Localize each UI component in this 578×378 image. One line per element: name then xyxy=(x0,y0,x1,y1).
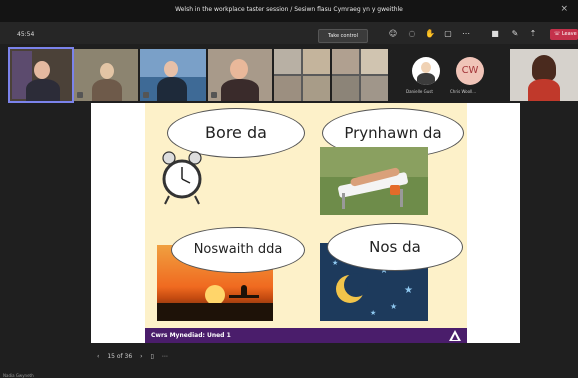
speech-bubble: Noswaith dda xyxy=(171,227,305,273)
person-body xyxy=(221,79,259,101)
video-tile[interactable] xyxy=(140,49,206,101)
leave-label: Leave xyxy=(561,31,577,37)
person-body xyxy=(92,79,122,101)
alarm-clock-icon xyxy=(162,151,202,205)
svg-text:★: ★ xyxy=(390,302,397,311)
chat-icon[interactable]: ◌ xyxy=(407,29,417,39)
leave-button[interactable]: ☏ Leave xyxy=(550,29,578,40)
video-thumbnail xyxy=(274,76,301,101)
person-head xyxy=(421,62,431,73)
ground xyxy=(157,303,273,321)
person-body xyxy=(26,79,60,101)
video-thumbnail xyxy=(303,76,330,101)
lounger-leg xyxy=(342,193,345,209)
video-thumbnail xyxy=(332,49,359,74)
video-thumbnail xyxy=(332,76,359,101)
slide-pager: ‹ 15 of 36 › ▯ ⋯ xyxy=(97,353,168,360)
cushion xyxy=(390,185,400,195)
bottom-bar xyxy=(0,344,578,378)
chevron-left-icon[interactable]: ‹ xyxy=(97,353,99,360)
slide-sorter-icon[interactable]: ▯ xyxy=(150,353,153,360)
video-thumbnail xyxy=(274,49,301,74)
person-head xyxy=(164,61,178,77)
more-options-icon[interactable]: ⋯ xyxy=(461,29,471,39)
bubble-text: Nos da xyxy=(369,238,421,256)
participant-name: Chris Wooll... xyxy=(450,89,477,94)
sun xyxy=(205,285,225,305)
more-options-icon[interactable]: ⋯ xyxy=(162,353,168,360)
video-tile-active-speaker[interactable] xyxy=(8,47,74,103)
chevron-right-icon[interactable]: › xyxy=(140,353,142,360)
person-body xyxy=(417,73,435,85)
presenter-name: Nadia Gwyneth xyxy=(3,373,34,378)
rooms-icon[interactable]: ▢ xyxy=(443,29,453,39)
video-tile[interactable] xyxy=(208,49,272,101)
person-body xyxy=(528,79,560,101)
video-tile-grid[interactable] xyxy=(332,49,388,101)
video-thumbnail xyxy=(361,76,388,101)
person-silhouette xyxy=(241,285,247,297)
person-head xyxy=(34,61,50,79)
people-icon[interactable]: ☺ xyxy=(388,29,398,39)
svg-text:★: ★ xyxy=(404,285,413,296)
page-count: 15 of 36 xyxy=(107,353,133,360)
course-title: Cwrs Mynediad: Uned 1 xyxy=(151,332,231,339)
close-icon[interactable]: × xyxy=(560,4,568,14)
video-tile[interactable] xyxy=(510,49,578,101)
svg-text:★: ★ xyxy=(370,309,376,317)
title-bar: Welsh in the workplace taster session / … xyxy=(0,0,578,22)
mic-muted-icon xyxy=(211,92,217,98)
video-thumbnail xyxy=(303,49,330,74)
meeting-timer: 45:54 xyxy=(17,31,35,38)
bubble-text: Noswaith dda xyxy=(193,242,283,257)
bubble-text: Bore da xyxy=(205,123,267,142)
person-head xyxy=(230,59,248,79)
presentation-slide: Bore da Prynhawn da Noswaith dda ★ ★ ★ ★… xyxy=(145,103,467,343)
mic-muted-icon xyxy=(143,92,149,98)
phone-icon: ☏ xyxy=(554,31,562,37)
mic-muted-icon xyxy=(77,92,83,98)
video-thumbnail xyxy=(361,49,388,74)
video-tile[interactable] xyxy=(74,49,138,101)
bubble-text: Prynhawn da xyxy=(344,124,442,142)
window-title: Welsh in the workplace taster session / … xyxy=(175,6,403,13)
avatar-initials[interactable]: CW xyxy=(456,57,484,85)
mic-muted-icon[interactable]: ✎ xyxy=(510,29,520,39)
sunbathing-photo xyxy=(320,147,428,215)
avatar[interactable] xyxy=(412,57,440,85)
participant-name: Danielle Gust xyxy=(406,89,433,94)
video-tile-grid[interactable] xyxy=(274,49,330,101)
reactions-icon[interactable]: ✋ xyxy=(425,29,435,39)
lounger-leg xyxy=(400,189,403,207)
camera-icon[interactable]: ■ xyxy=(490,29,500,39)
slide-footer: Cwrs Mynediad: Uned 1 xyxy=(145,328,467,343)
share-icon[interactable]: ⇡ xyxy=(528,29,538,39)
triangle-logo-icon xyxy=(449,330,461,341)
hair xyxy=(532,55,556,81)
person-body xyxy=(157,77,187,101)
person-head xyxy=(100,63,114,79)
take-control-button[interactable]: Take control xyxy=(318,29,368,43)
speech-bubble: Nos da xyxy=(327,223,463,271)
